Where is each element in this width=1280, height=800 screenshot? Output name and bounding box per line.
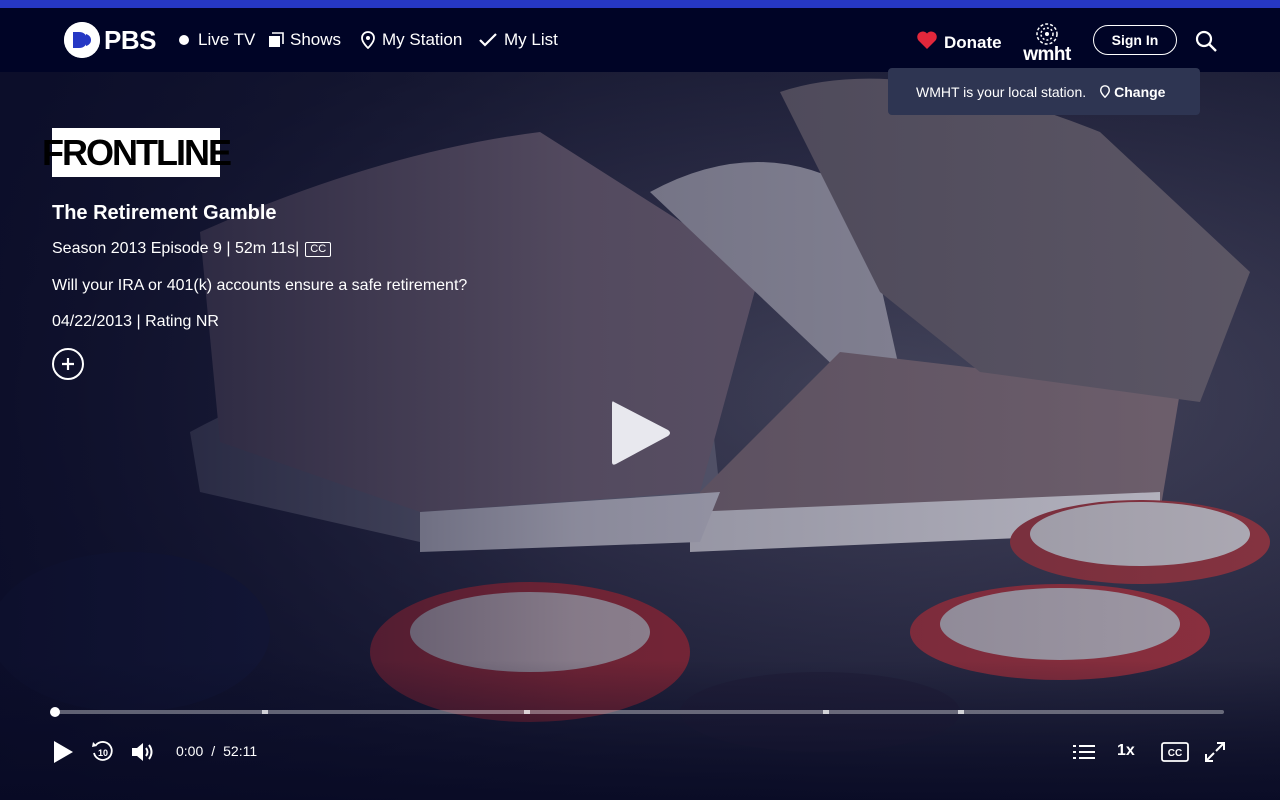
- captions-button[interactable]: CC: [1160, 738, 1190, 766]
- local-station-tooltip: WMHT is your local station. Change: [888, 68, 1200, 115]
- header-nav: PBS Live TV Shows My Station My List Don…: [0, 8, 1280, 72]
- playback-speed-button[interactable]: 1x: [1117, 742, 1135, 760]
- video-player[interactable]: FRONTLINE The Retirement Gamble Season 2…: [0, 72, 1280, 800]
- nav-shows[interactable]: Shows: [268, 30, 341, 50]
- donate-label: Donate: [944, 32, 1002, 52]
- nav-my-station[interactable]: My Station: [360, 30, 462, 50]
- svg-text:CC: CC: [1168, 748, 1182, 759]
- tooltip-message: WMHT is your local station.: [916, 83, 1087, 100]
- episode-title: The Retirement Gamble: [52, 202, 277, 224]
- video-overlay-bottom: [0, 660, 1280, 800]
- add-to-list-button[interactable]: [52, 348, 84, 380]
- pbs-head-icon: [64, 22, 100, 58]
- pbs-logo-text: PBS: [104, 24, 156, 55]
- station-logo-text: wmht: [1023, 44, 1071, 65]
- chapter-marker: [958, 710, 964, 714]
- rewind-10-icon: 10: [92, 741, 113, 761]
- nav-my-list[interactable]: My List: [478, 30, 558, 50]
- closed-captions-icon: CC: [1161, 742, 1189, 762]
- list-icon: [1073, 745, 1095, 759]
- time-display: 0:00 / 52:11: [176, 743, 257, 759]
- big-play-button[interactable]: [608, 398, 672, 468]
- location-pin-icon: [360, 31, 376, 49]
- top-accent-bar: [0, 0, 1280, 8]
- plus-icon: [62, 358, 74, 370]
- fullscreen-icon: [1205, 742, 1225, 762]
- donate-button[interactable]: Donate: [916, 30, 1002, 55]
- station-swirl-icon: [1036, 23, 1058, 45]
- play-icon: [612, 401, 670, 465]
- chapter-marker: [262, 710, 268, 714]
- progress-knob[interactable]: [50, 707, 60, 717]
- progress-bar[interactable]: [50, 707, 1224, 717]
- checkmark-icon: [478, 31, 498, 49]
- station-logo[interactable]: wmht: [1018, 22, 1076, 66]
- chapter-marker: [823, 710, 829, 714]
- location-pin-icon: [1100, 85, 1111, 98]
- current-time: 0:00: [176, 743, 204, 759]
- cc-badge: CC: [305, 241, 332, 257]
- nav-shows-label: Shows: [290, 30, 342, 49]
- episode-description: Will your IRA or 401(k) accounts ensure …: [52, 277, 468, 294]
- show-logo[interactable]: FRONTLINE: [42, 128, 232, 177]
- play-button[interactable]: [50, 738, 76, 766]
- chapter-marker: [524, 710, 530, 714]
- change-label: Change: [1114, 83, 1166, 100]
- nav-my-list-label: My List: [504, 30, 558, 49]
- heart-icon: [916, 30, 938, 55]
- shows-icon: [268, 31, 284, 49]
- change-station-link[interactable]: Change: [1100, 84, 1165, 100]
- duration: 52:11: [223, 743, 258, 759]
- chapters-button[interactable]: [1071, 738, 1097, 766]
- play-small-icon: [54, 741, 73, 763]
- fullscreen-button[interactable]: [1202, 738, 1228, 766]
- pbs-logo[interactable]: PBS: [64, 22, 156, 58]
- sign-in-button[interactable]: Sign In: [1093, 25, 1177, 55]
- nav-live-tv-label: Live TV: [198, 30, 256, 49]
- volume-icon: [132, 743, 153, 761]
- search-icon[interactable]: [1194, 29, 1218, 53]
- rewind-10-button[interactable]: 10: [90, 738, 116, 766]
- volume-button[interactable]: [129, 738, 157, 766]
- nav-my-station-label: My Station: [382, 30, 463, 49]
- episode-meta: Season 2013 Episode 9 | 52m 11s| CC: [52, 240, 332, 258]
- svg-text:10: 10: [98, 748, 108, 758]
- season-info: Season 2013 Episode 9 | 52m 11s|: [52, 240, 300, 257]
- episode-date-rating: 04/22/2013 | Rating NR: [52, 313, 219, 330]
- live-dot-icon: [176, 31, 192, 49]
- nav-live-tv[interactable]: Live TV: [176, 30, 255, 50]
- time-separator: /: [211, 743, 216, 759]
